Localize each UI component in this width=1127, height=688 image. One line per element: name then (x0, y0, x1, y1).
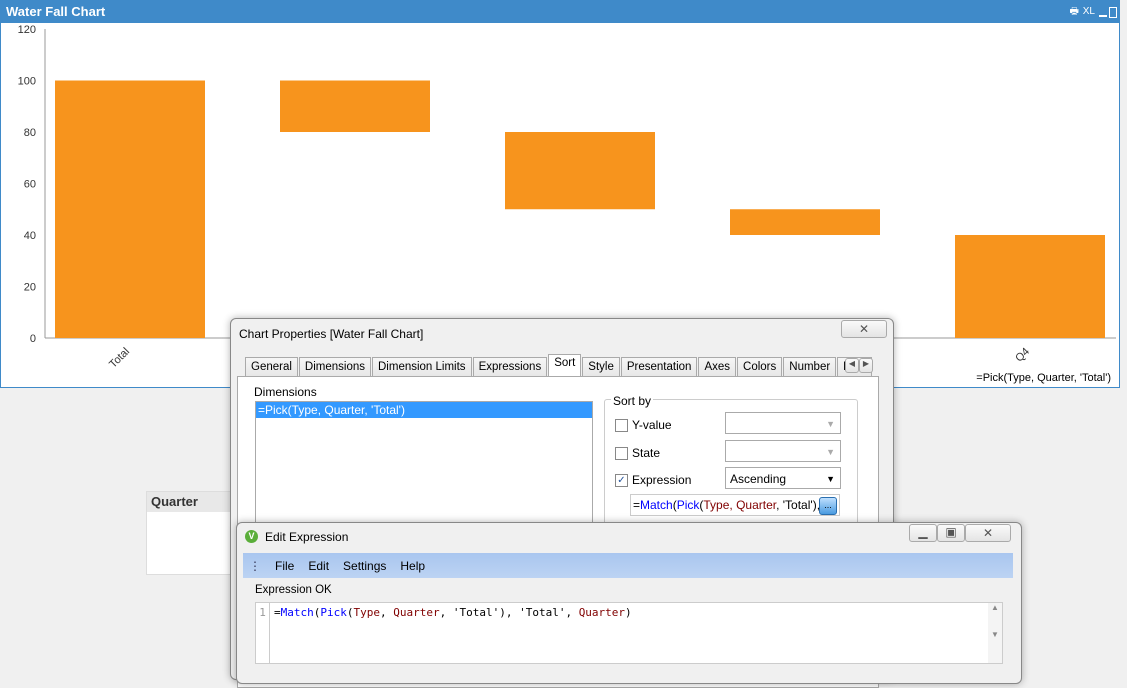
tab-scroll: ◀ ▶ (845, 358, 873, 373)
expr-rest: , 'Total'), (776, 498, 821, 512)
bar[interactable] (730, 209, 880, 235)
tab-strip: General Dimensions Dimension Limits Express… (245, 354, 873, 377)
listbox-title: Quarter (147, 492, 237, 512)
tab-dimension-limits[interactable]: Dimension Limits (372, 357, 472, 377)
maximize-button[interactable]: ▣ (937, 524, 965, 542)
tab-presentation[interactable]: Presentation (620, 357, 698, 377)
y-value-option[interactable]: Y-value (615, 418, 672, 433)
tab-scroll-right-icon[interactable]: ▶ (859, 358, 873, 373)
edit-expression-dialog: V Edit Expression ▁ ▣ ✕ ⋮ File Edit Sett… (236, 522, 1022, 684)
menu-settings[interactable]: Settings (343, 559, 386, 573)
code-token: ( (346, 606, 354, 619)
y-tick-label: 100 (18, 76, 36, 88)
dimension-item[interactable]: =Pick(Type, Quarter, 'Total') (256, 402, 592, 418)
x-tick-label: Total (107, 346, 132, 371)
expression-editor[interactable]: 1 =Match(Pick(Type, Quarter, 'Total'), '… (255, 602, 1003, 664)
tab-colors[interactable]: Colors (737, 357, 783, 377)
y-tick-label: 40 (24, 230, 36, 242)
code-token: , (380, 606, 394, 619)
chevron-down-icon: ▼ (826, 447, 835, 457)
qlikview-logo-icon: V (245, 530, 258, 543)
y-tick-label: 120 (18, 24, 36, 36)
expression-status: Expression OK (255, 584, 332, 596)
expr-field: Quarter (736, 498, 777, 512)
expr-fn: Pick (676, 498, 700, 512)
expr-prefix: = (633, 498, 641, 512)
menu-file[interactable]: File (275, 559, 294, 573)
code-field: Type (353, 606, 381, 619)
maximize-icon[interactable] (1109, 7, 1117, 18)
bar[interactable] (55, 80, 205, 339)
chart-title: Water Fall Chart (6, 4, 106, 19)
expression-option[interactable]: ✓ Expression (615, 473, 692, 488)
sort-order-value: Ascending (730, 472, 787, 486)
y-value-label: Y-value (632, 418, 672, 432)
chevron-down-icon: ▼ (826, 419, 835, 429)
y-value-combo[interactable]: ▼ (725, 412, 841, 434)
minimize-icon[interactable] (1099, 15, 1107, 17)
state-option[interactable]: State (615, 446, 661, 461)
tab-general[interactable]: General (245, 357, 298, 377)
close-button[interactable]: ✕ (965, 524, 1011, 542)
dialog-title: Chart Properties [Water Fall Chart] (239, 327, 424, 341)
close-button[interactable]: ✕ (841, 320, 887, 338)
y-tick-label: 80 (24, 127, 36, 139)
tab-expressions[interactable]: Expressions (472, 357, 548, 377)
expr-fn: Match (640, 498, 673, 512)
code-field: Quarter (578, 606, 626, 619)
code-field: Quarter (393, 606, 440, 619)
tab-sort[interactable]: Sort (548, 354, 582, 377)
bar[interactable] (280, 80, 430, 133)
dimensions-label: Dimensions (254, 385, 317, 399)
tab-style[interactable]: Style (582, 357, 620, 377)
code-token: , 'Total'), 'Total', (439, 606, 579, 619)
y-value-checkbox[interactable] (615, 419, 628, 433)
state-label: State (632, 446, 661, 460)
sort-expression-field[interactable]: =Match(Pick(Type, Quarter, 'Total'), (630, 494, 840, 516)
tab-scroll-left-icon[interactable]: ◀ (845, 358, 859, 373)
code-token: ) (625, 606, 632, 619)
bar[interactable] (955, 235, 1105, 338)
code-function: Pick (320, 606, 347, 619)
grip-icon: ⋮ (249, 558, 261, 573)
vertical-scrollbar[interactable]: ▲ ▼ (988, 603, 1002, 663)
menu-bar: ⋮ File Edit Settings Help (243, 553, 1013, 578)
x-tick-label: Q4 (1013, 346, 1032, 365)
code-token: = (274, 606, 281, 619)
y-tick-label: 0 (30, 333, 36, 345)
tab-dimensions[interactable]: Dimensions (298, 357, 371, 377)
tab-axes[interactable]: Axes (698, 357, 737, 377)
chevron-down-icon: ▼ (826, 474, 835, 484)
xl-export-button[interactable]: XL (1083, 1, 1095, 23)
minimize-button[interactable]: ▁ (909, 524, 937, 542)
expression-label: Expression (632, 473, 692, 487)
bar[interactable] (505, 132, 655, 210)
ellipsis-button[interactable]: ... (819, 497, 837, 515)
y-tick-label: 20 (24, 282, 36, 294)
code-function: Match (280, 606, 314, 619)
expr-field: Type, (703, 498, 737, 512)
tab-number[interactable]: Number (783, 357, 837, 377)
print-icon[interactable]: 🖶 (1070, 1, 1079, 23)
quarter-listbox[interactable]: Quarter (146, 491, 238, 575)
x-axis-label: =Pick(Type, Quarter, 'Total') (976, 372, 1111, 384)
chart-title-bar[interactable]: Water Fall Chart 🖶 XL (1, 1, 1119, 23)
expression-code: =Match(Pick(Type, Quarter, 'Total'), 'To… (274, 603, 632, 623)
sort-order-combo[interactable]: Ascending ▼ (725, 467, 841, 489)
menu-edit[interactable]: Edit (308, 559, 329, 573)
sort-by-label: Sort by (611, 394, 654, 408)
menu-help[interactable]: Help (400, 559, 425, 573)
state-checkbox[interactable] (615, 447, 628, 461)
dialog-title: Edit Expression (265, 530, 349, 544)
y-tick-label: 60 (24, 179, 36, 191)
state-combo[interactable]: ▼ (725, 440, 841, 462)
expression-checkbox[interactable]: ✓ (615, 474, 628, 488)
line-number: 1 (256, 603, 270, 663)
